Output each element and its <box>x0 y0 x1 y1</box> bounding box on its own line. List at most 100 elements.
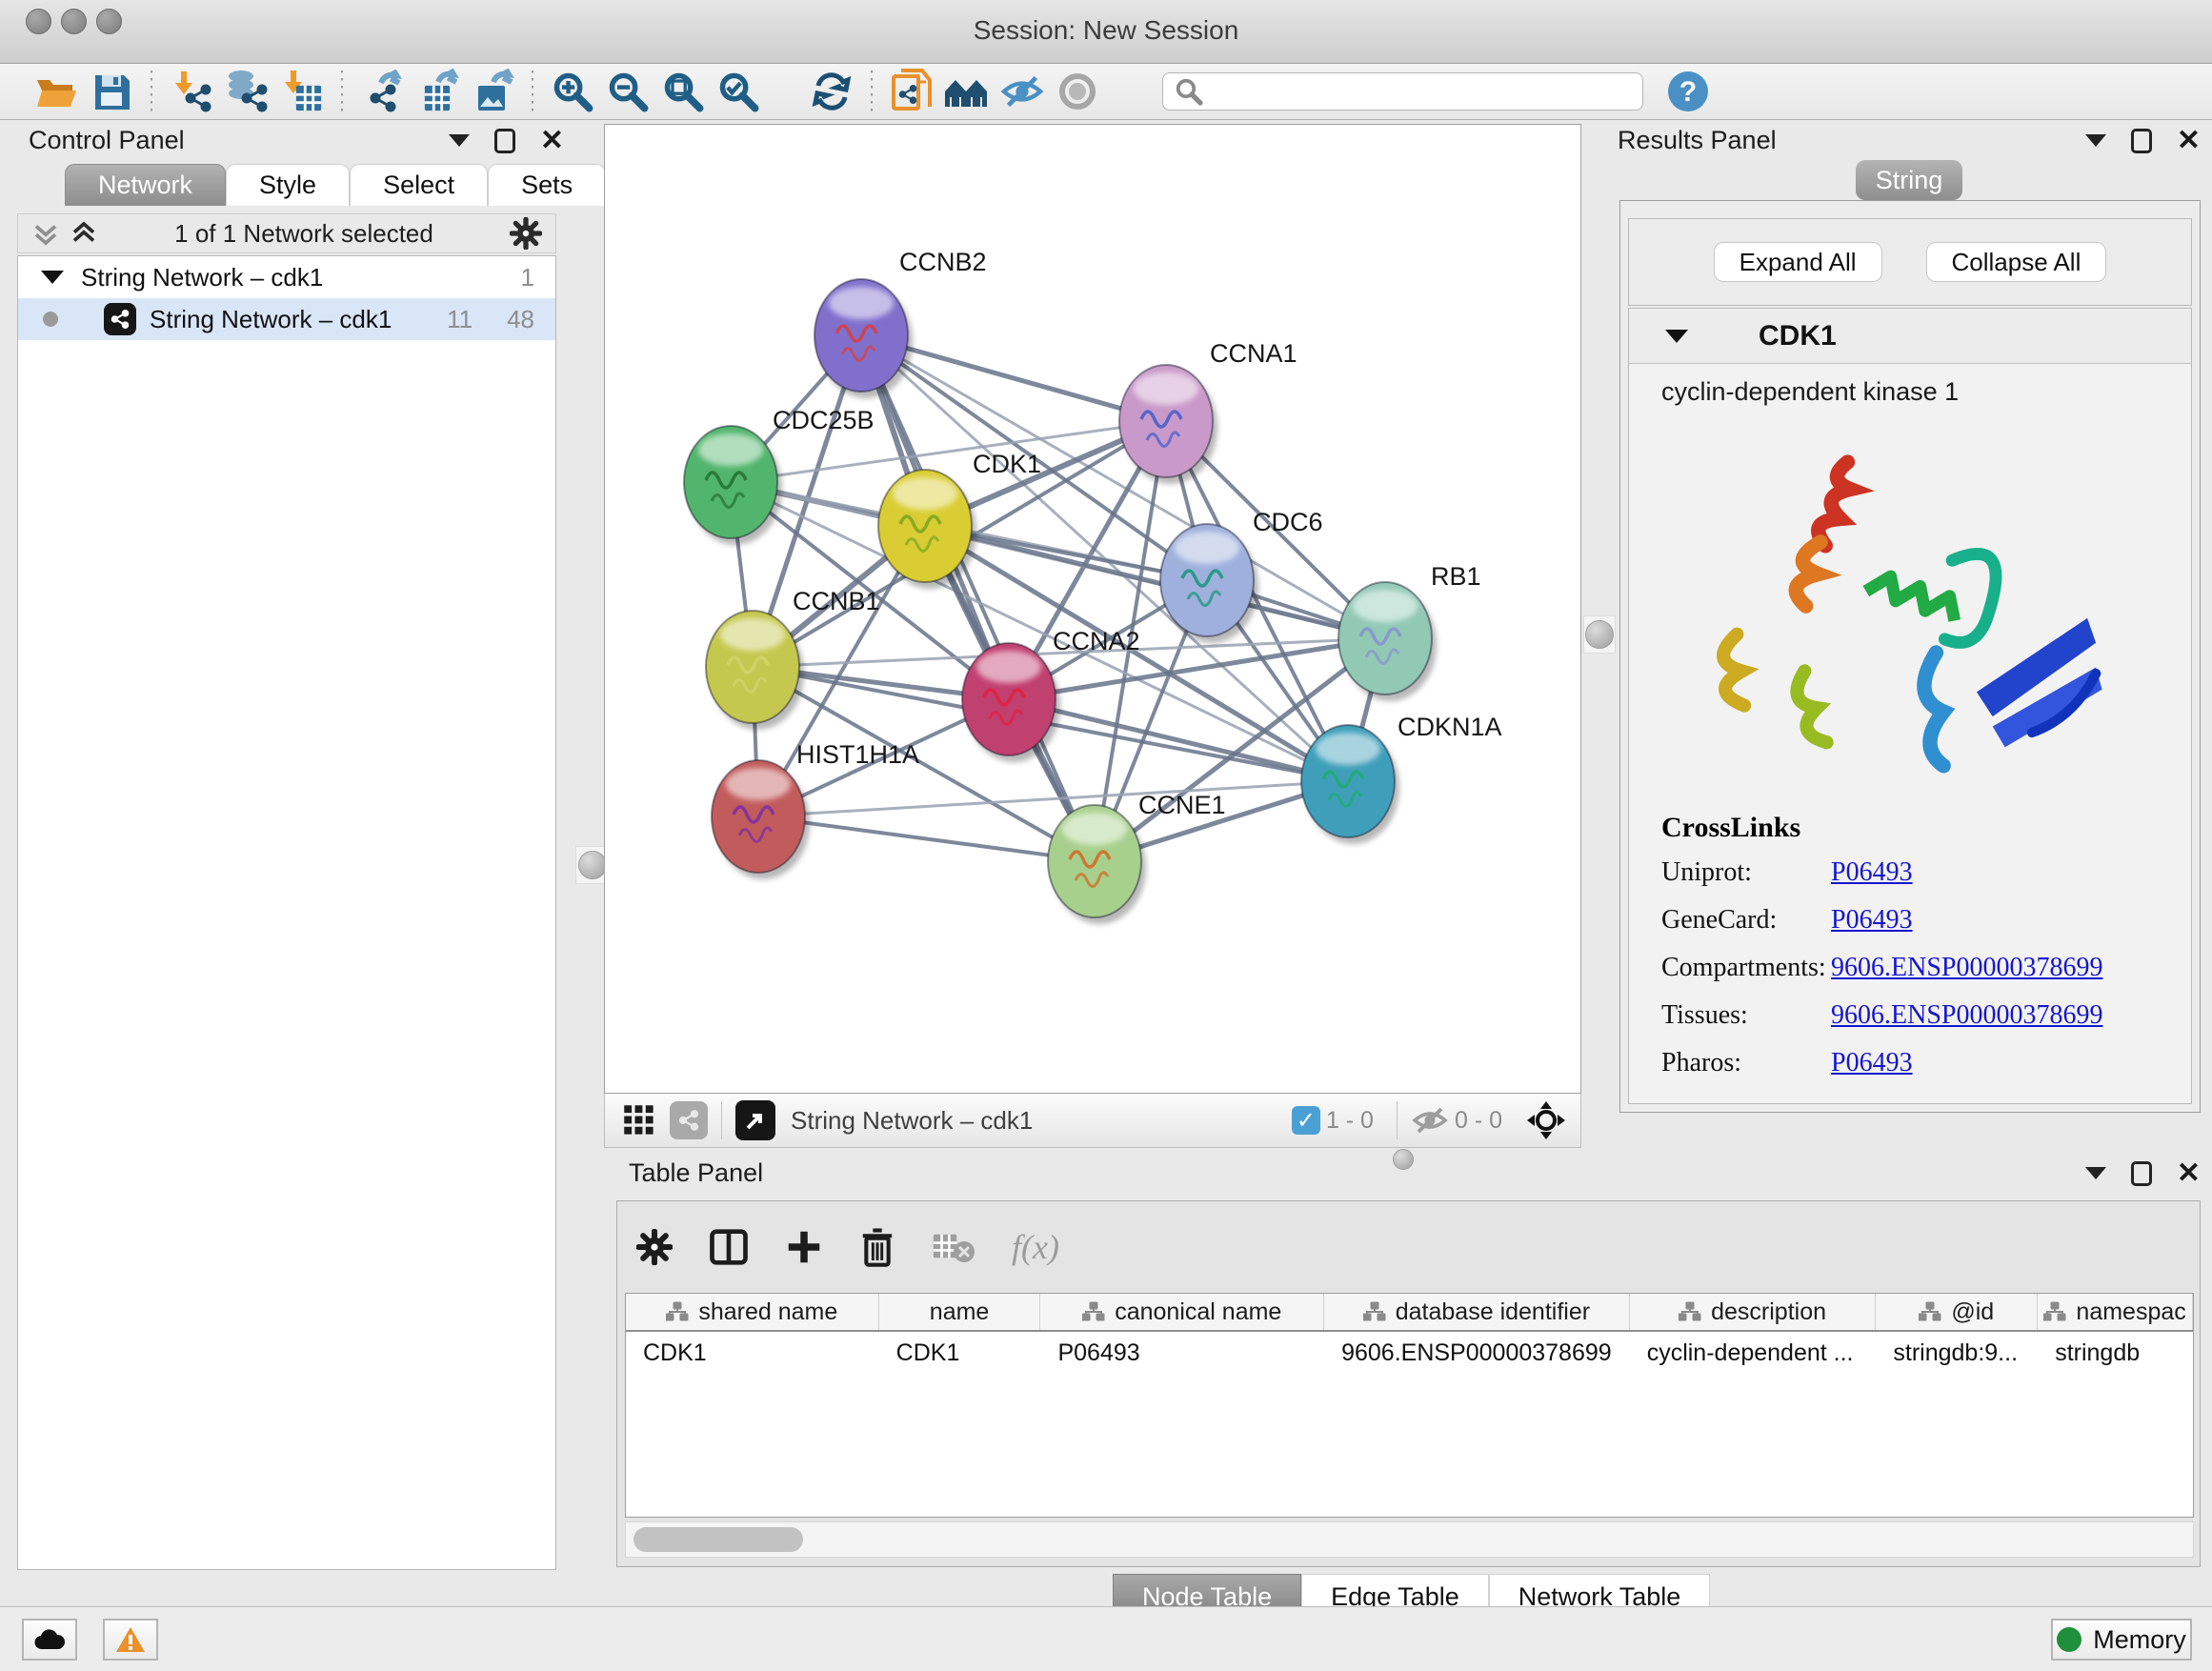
network-node-cdc6[interactable]: CDC6 <box>1160 508 1323 643</box>
export-network-button[interactable] <box>354 69 410 114</box>
tab-network[interactable]: Network <box>65 164 226 206</box>
network-view-title: String Network – cdk1 <box>791 1106 1292 1136</box>
network-canvas[interactable]: CCNB2CCNA1CDC25BCDK1CDC6RB1CCNB1CCNA2CDK… <box>604 124 1581 1094</box>
crosslink-link[interactable]: P06493 <box>1831 905 1913 936</box>
network-node-cdk1[interactable]: CDK1 <box>878 450 1041 589</box>
network-node-ccne1[interactable]: CCNE1 <box>1048 791 1226 924</box>
network-node-cdc25b[interactable]: CDC25B <box>684 406 875 545</box>
control-panel-close-icon[interactable]: ✕ <box>540 131 564 151</box>
network-node-rb1[interactable]: RB1 <box>1338 562 1481 701</box>
memory-button[interactable]: Memory <box>2051 1619 2192 1661</box>
table-panel-minimize-icon[interactable] <box>2085 1167 2106 1179</box>
gene-section-header[interactable]: CDK1 <box>1629 309 2191 364</box>
table-cell[interactable]: 9606.ENSP00000378699 <box>1324 1339 1630 1367</box>
selected-nodes-checkbox[interactable]: ✓ <box>1292 1106 1320 1135</box>
search-input[interactable] <box>1203 78 1622 105</box>
results-panel-minimize-icon[interactable] <box>2085 134 2106 147</box>
table-cell[interactable]: CDK1 <box>879 1339 1041 1367</box>
results-tab-string[interactable]: String <box>1856 160 1962 200</box>
column-header-namespac[interactable]: namespac <box>2038 1294 2193 1330</box>
network-node-cdkn1a[interactable]: CDKN1A <box>1301 713 1502 844</box>
zoom-in-button[interactable] <box>545 69 600 114</box>
collapse-all-button[interactable]: Collapse All <box>1926 242 2107 282</box>
collapse-all-icon[interactable] <box>31 219 60 248</box>
column-header--id[interactable]: @id <box>1876 1294 2038 1330</box>
control-panel-float-icon[interactable] <box>494 129 515 153</box>
detach-view-icon[interactable] <box>735 1100 775 1140</box>
crosslink-link[interactable]: P06493 <box>1831 857 1913 888</box>
results-panel-close-icon[interactable]: ✕ <box>2177 131 2201 151</box>
control-panel-minimize-icon[interactable] <box>449 134 470 147</box>
cloud-status-button[interactable] <box>22 1619 77 1661</box>
table-row[interactable]: CDK1CDK1P064939606.ENSP00000378699cyclin… <box>626 1332 2193 1374</box>
main-toolbar: ? <box>0 64 2212 120</box>
zoom-selected-button[interactable] <box>711 69 766 114</box>
crosslink-label: Tissues: <box>1661 1000 1831 1031</box>
show-all-nodes-icon[interactable] <box>939 69 995 114</box>
collection-expand-icon[interactable] <box>41 271 64 284</box>
export-image-button[interactable] <box>465 69 520 114</box>
table-header-row[interactable]: shared namenamecanonical namedatabase id… <box>626 1294 2193 1332</box>
node-label: CDKN1A <box>1398 713 1502 741</box>
gene-description: cyclin-dependent kinase 1 <box>1661 377 2191 407</box>
table-cell[interactable]: P06493 <box>1040 1339 1324 1367</box>
new-network-from-selection-button[interactable] <box>884 69 939 114</box>
network-edge[interactable] <box>861 335 1095 861</box>
table-options-gear-icon[interactable] <box>636 1229 673 1265</box>
table-cell[interactable]: cyclin-dependent ... <box>1630 1339 1877 1367</box>
import-table-file-button[interactable] <box>274 69 330 114</box>
show-columns-icon[interactable] <box>709 1227 749 1267</box>
network-options-gear-icon[interactable] <box>510 217 542 250</box>
network-status-dot <box>43 312 58 327</box>
network-selection-summary: 1 of 1 Network selected <box>98 219 510 249</box>
toolbar-separator <box>341 70 343 112</box>
warnings-button[interactable] <box>103 1619 158 1661</box>
apply-layout-button[interactable] <box>804 69 859 114</box>
crosslink-link[interactable]: 9606.ENSP00000378699 <box>1831 1000 2102 1031</box>
tab-sets[interactable]: Sets <box>488 164 606 206</box>
toolbar-separator <box>151 70 152 112</box>
delete-column-icon[interactable] <box>859 1227 895 1267</box>
scrollbar-thumb[interactable] <box>633 1527 803 1552</box>
results-panel-float-icon[interactable] <box>2131 129 2152 153</box>
column-header-database-identifier[interactable]: database identifier <box>1324 1294 1630 1330</box>
network-row[interactable]: String Network – cdk1 11 48 <box>18 298 555 340</box>
birds-eye-view-icon[interactable] <box>1525 1099 1567 1141</box>
import-network-file-button[interactable] <box>164 69 219 114</box>
column-header-name[interactable]: name <box>879 1294 1041 1330</box>
crosslink-link[interactable]: P06493 <box>1831 1048 1913 1078</box>
network-nodes[interactable]: CCNB2CCNA1CDC25BCDK1CDC6RB1CCNB1CCNA2CDK… <box>684 248 1502 924</box>
open-session-button[interactable] <box>29 69 84 114</box>
gene-collapse-icon[interactable] <box>1665 330 1688 343</box>
expand-all-button[interactable]: Expand All <box>1714 242 1882 282</box>
grid-view-icon[interactable] <box>622 1103 656 1137</box>
network-node-ccnb1[interactable]: CCNB1 <box>706 587 880 730</box>
network-collection-row[interactable]: String Network – cdk1 1 <box>18 256 555 298</box>
table-cell[interactable]: stringdb <box>2038 1339 2193 1367</box>
right-splitter-handle[interactable] <box>1583 615 1616 654</box>
crosslink-row: Compartments:9606.ENSP00000378699 <box>1661 953 2191 983</box>
table-cell[interactable]: stringdb:9... <box>1876 1339 2038 1367</box>
add-column-icon[interactable] <box>785 1228 823 1266</box>
table-cell[interactable]: CDK1 <box>626 1339 879 1367</box>
table-horizontal-scrollbar[interactable] <box>625 1521 2194 1558</box>
network-node-ccnb2[interactable]: CCNB2 <box>814 248 987 398</box>
search-box[interactable] <box>1162 72 1643 111</box>
export-table-button[interactable] <box>410 69 465 114</box>
table-panel-float-icon[interactable] <box>2131 1161 2152 1186</box>
help-button[interactable]: ? <box>1660 69 1716 114</box>
import-network-database-button[interactable] <box>219 69 274 114</box>
hide-selected-button[interactable] <box>995 69 1050 114</box>
tab-select[interactable]: Select <box>350 164 488 206</box>
node-table[interactable]: shared namenamecanonical namedatabase id… <box>625 1293 2194 1518</box>
crosslink-link[interactable]: 9606.ENSP00000378699 <box>1831 953 2102 983</box>
column-header-shared-name[interactable]: shared name <box>626 1294 879 1330</box>
zoom-fit-button[interactable] <box>655 69 711 114</box>
expand-all-icon[interactable] <box>70 219 98 248</box>
column-header-canonical-name[interactable]: canonical name <box>1040 1294 1324 1330</box>
table-panel-close-icon[interactable]: ✕ <box>2177 1163 2201 1184</box>
zoom-out-button[interactable] <box>600 69 655 114</box>
tab-style[interactable]: Style <box>226 164 350 206</box>
save-session-button[interactable] <box>84 69 139 114</box>
column-header-description[interactable]: description <box>1630 1294 1877 1330</box>
